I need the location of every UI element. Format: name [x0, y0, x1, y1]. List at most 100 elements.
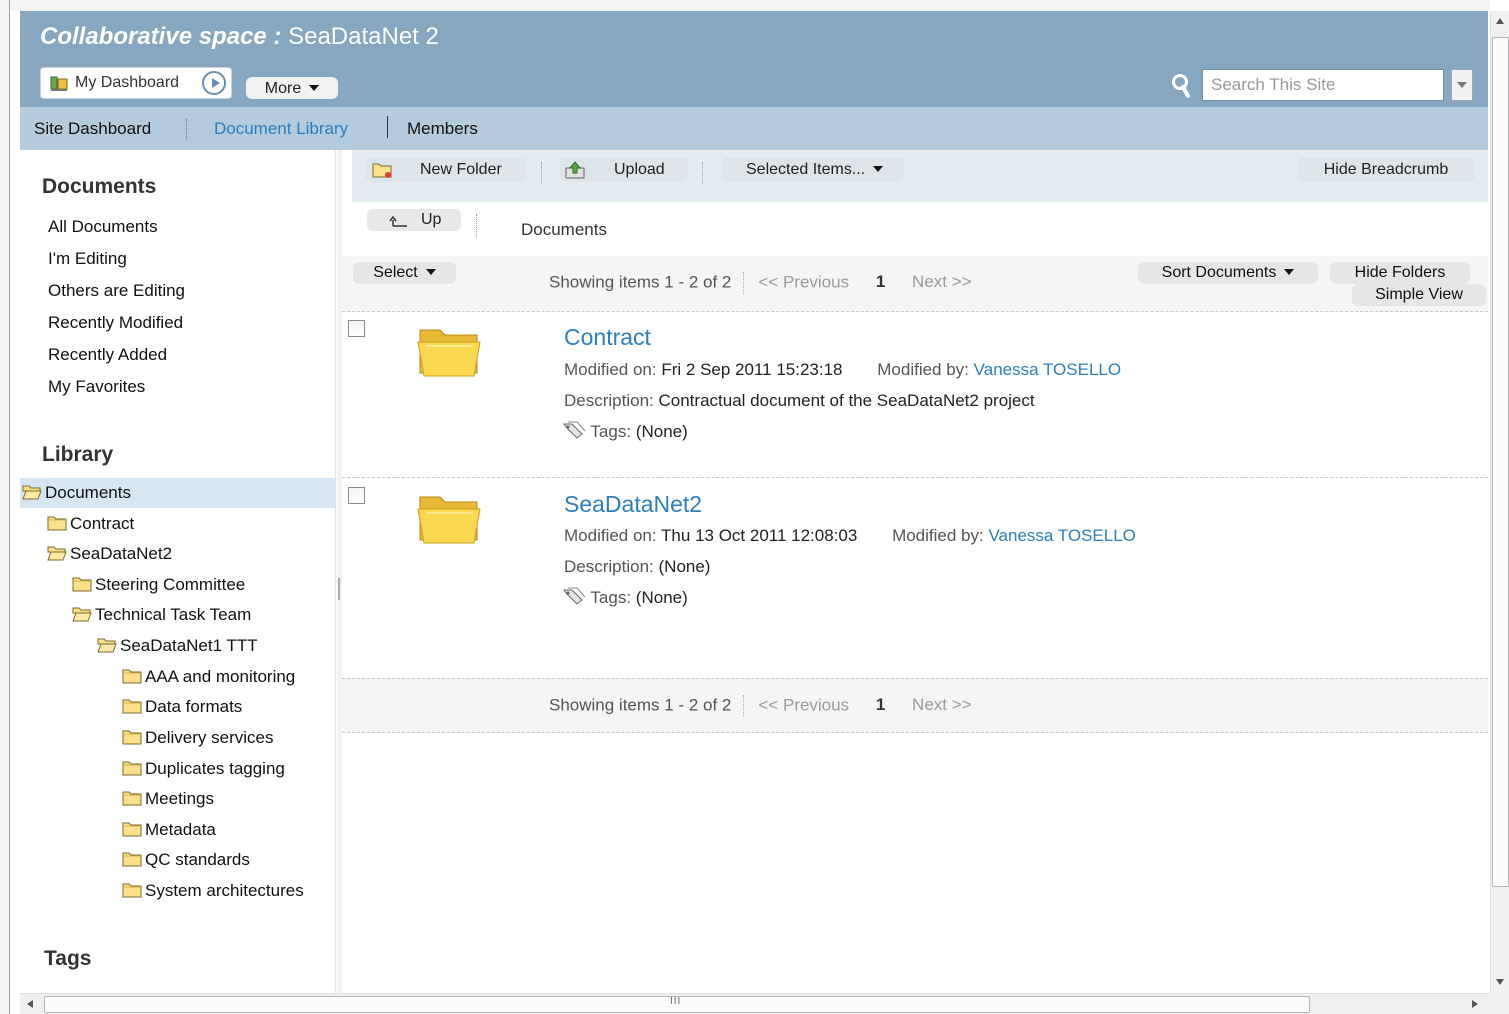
- tree-item-contract[interactable]: Contract: [47, 514, 134, 542]
- tree-item-aaa-monitoring[interactable]: AAA and monitoring: [122, 667, 295, 695]
- tree-item-label: System architectures: [145, 881, 304, 900]
- nav-document-library[interactable]: Document Library: [214, 119, 348, 139]
- documents-heading: Documents: [42, 175, 157, 198]
- up-button[interactable]: Up: [367, 209, 461, 231]
- pager-next[interactable]: Next >>: [912, 272, 972, 291]
- search-icon[interactable]: [1171, 73, 1193, 99]
- scroll-left-arrow-icon[interactable]: [27, 1000, 33, 1008]
- scrollbar-corner: [1490, 993, 1509, 1014]
- sort-label: Sort Documents: [1161, 264, 1277, 281]
- tree-item-label: Steering Committee: [95, 575, 246, 594]
- tree-item-seadatanet2[interactable]: SeaDataNet2: [47, 544, 172, 572]
- filter-im-editing[interactable]: I'm Editing: [48, 249, 127, 269]
- folder-icon[interactable]: [416, 489, 482, 547]
- filter-others-editing[interactable]: Others are Editing: [48, 281, 185, 301]
- list-footer-bar: Showing items 1 - 2 of 2 << Previous 1 Ne…: [342, 678, 1488, 733]
- modified-by-user-link[interactable]: Vanessa TOSELLO: [974, 360, 1121, 379]
- search-input[interactable]: Search This Site: [1202, 69, 1444, 101]
- tree-item-qc-standards[interactable]: QC standards: [122, 850, 250, 878]
- nav-separator: [186, 119, 187, 139]
- my-dashboard-button[interactable]: My Dashboard: [40, 67, 232, 99]
- window-frame: [0, 0, 10, 1014]
- description-value: (None): [658, 557, 711, 576]
- site-navigation: Site Dashboard Document Library Members: [20, 107, 1488, 150]
- site-header: Collaborative space : SeaDataNet 2 My Da…: [20, 11, 1488, 107]
- scroll-up-arrow-icon[interactable]: [1496, 18, 1504, 24]
- horizontal-scrollbar[interactable]: III: [20, 993, 1490, 1014]
- row-checkbox[interactable]: [348, 487, 365, 504]
- tree-item-system-architectures[interactable]: System architectures: [122, 881, 304, 909]
- filter-recently-modified[interactable]: Recently Modified: [48, 313, 183, 333]
- pager-previous[interactable]: << Previous: [758, 272, 849, 291]
- tree-item-technical-task-team[interactable]: Technical Task Team: [72, 605, 251, 633]
- scroll-right-arrow-icon[interactable]: [1472, 1000, 1478, 1008]
- document-tags-line: Tags: (None): [562, 421, 688, 442]
- selected-items-menu[interactable]: Selected Items...: [722, 158, 904, 182]
- tree-item-metadata[interactable]: Metadata: [122, 820, 216, 848]
- filter-recently-added[interactable]: Recently Added: [48, 345, 167, 365]
- nav-members[interactable]: Members: [407, 119, 478, 139]
- new-folder-icon: [372, 163, 392, 178]
- modified-by-user-link[interactable]: Vanessa TOSELLO: [988, 526, 1135, 545]
- tree-item-meetings[interactable]: Meetings: [122, 789, 214, 817]
- pager-info: Showing items 1 - 2 of 2: [549, 695, 732, 715]
- tree-item-steering-committee[interactable]: Steering Committee: [72, 575, 245, 603]
- new-folder-label: New Folder: [420, 161, 502, 178]
- tags-value: (None): [635, 422, 688, 441]
- row-checkbox[interactable]: [348, 320, 365, 337]
- folder-icon: [122, 759, 142, 776]
- filter-my-favorites[interactable]: My Favorites: [48, 377, 145, 397]
- pager-top: Showing items 1 - 2 of 2 << Previous 1 Ne…: [549, 272, 972, 294]
- tree-item-duplicates-tagging[interactable]: Duplicates tagging: [122, 759, 285, 787]
- splitter-grip[interactable]: [338, 578, 340, 600]
- folder-open-icon: [22, 483, 42, 500]
- site-title-prefix: Collaborative space :: [40, 23, 282, 50]
- dashboard-icon: [50, 76, 68, 91]
- document-modified-line: Modified on: Fri 2 Sep 2011 15:23:18 Mod…: [564, 360, 1121, 380]
- breadcrumb[interactable]: Documents: [521, 220, 607, 240]
- scroll-down-arrow-icon[interactable]: [1496, 979, 1504, 985]
- tree-item-documents[interactable]: Documents: [22, 483, 131, 511]
- search-options-dropdown[interactable]: [1451, 69, 1473, 101]
- more-menu-button[interactable]: More: [246, 77, 338, 99]
- modified-by-label: Modified by:: [877, 360, 969, 379]
- pager-next[interactable]: Next >>: [912, 695, 972, 714]
- description-label: Description:: [564, 391, 654, 410]
- tag-icon: [563, 421, 586, 439]
- up-label: Up: [421, 211, 442, 228]
- document-title-link[interactable]: SeaDataNet2: [564, 491, 702, 518]
- list-header-bar: Select Showing items 1 - 2 of 2 << Previo…: [342, 256, 1488, 312]
- folder-icon: [122, 820, 142, 837]
- upload-button[interactable]: Upload: [560, 158, 688, 182]
- new-folder-button[interactable]: New Folder: [366, 158, 526, 182]
- selected-items-label: Selected Items...: [746, 161, 866, 178]
- folder-open-icon: [72, 605, 92, 622]
- scroll-thumb[interactable]: [1492, 37, 1509, 887]
- description-label: Description:: [564, 557, 654, 576]
- vertical-scrollbar[interactable]: [1490, 11, 1509, 993]
- tags-label: Tags:: [590, 422, 632, 441]
- scroll-grip-icon: III: [670, 996, 682, 1007]
- hide-folders-button[interactable]: Hide Folders: [1330, 262, 1470, 284]
- hide-breadcrumb-button[interactable]: Hide Breadcrumb: [1298, 158, 1474, 182]
- go-arrow-icon[interactable]: [202, 71, 226, 95]
- sort-documents-menu[interactable]: Sort Documents: [1138, 262, 1318, 284]
- pager-separator: [743, 272, 745, 294]
- tree-item-data-formats[interactable]: Data formats: [122, 697, 242, 725]
- folder-icon: [122, 789, 142, 806]
- folder-open-icon: [47, 544, 67, 561]
- folder-icon[interactable]: [416, 322, 482, 380]
- tree-item-seadatanet1-ttt[interactable]: SeaDataNet1 TTT: [97, 636, 258, 664]
- tree-item-label: QC standards: [145, 850, 250, 869]
- upload-icon: [565, 161, 585, 179]
- folder-icon: [122, 881, 142, 898]
- document-title-link[interactable]: Contract: [564, 324, 651, 351]
- folder-icon: [122, 728, 142, 745]
- simple-view-button[interactable]: Simple View: [1352, 284, 1486, 306]
- select-menu-button[interactable]: Select: [353, 262, 456, 284]
- tree-item-delivery-services[interactable]: Delivery services: [122, 728, 273, 756]
- filter-all-documents[interactable]: All Documents: [48, 217, 158, 237]
- pager-previous[interactable]: << Previous: [758, 695, 849, 714]
- nav-site-dashboard[interactable]: Site Dashboard: [34, 119, 151, 139]
- modified-on-label: Modified on:: [564, 360, 657, 379]
